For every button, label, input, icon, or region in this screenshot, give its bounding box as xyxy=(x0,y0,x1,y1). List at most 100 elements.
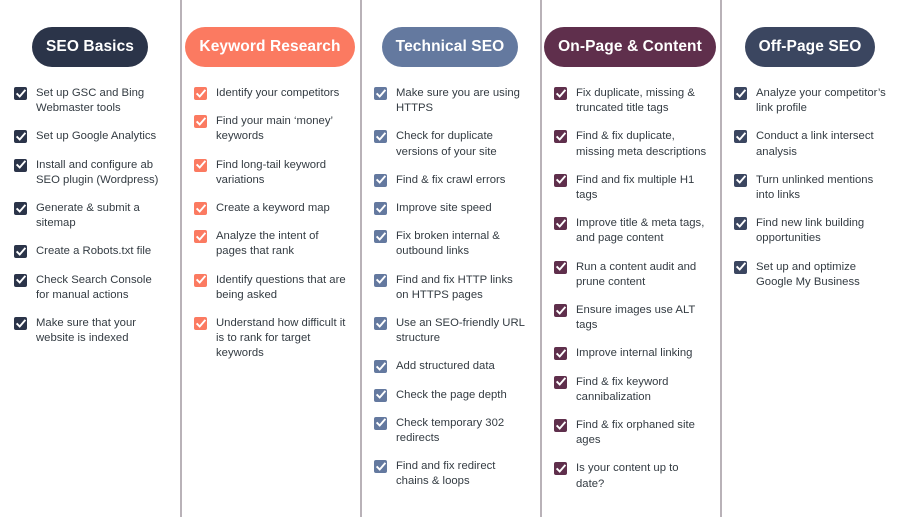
check-icon[interactable] xyxy=(374,388,387,402)
checklist-item-label: Check the page depth xyxy=(396,388,507,401)
checklist-item[interactable]: Improve internal linking xyxy=(554,346,708,361)
check-icon[interactable] xyxy=(554,173,567,187)
check-icon[interactable] xyxy=(554,347,567,361)
checklist-item[interactable]: Generate & submit a sitemap xyxy=(14,201,168,231)
check-icon[interactable] xyxy=(194,273,207,287)
header-pill-label: SEO Basics xyxy=(45,38,135,56)
column-header-off-page-seo: Off-Page SEO xyxy=(720,0,900,76)
check-icon[interactable] xyxy=(14,245,27,259)
check-icon[interactable] xyxy=(374,317,387,331)
check-icon[interactable] xyxy=(374,202,387,216)
check-icon[interactable] xyxy=(14,317,27,331)
checklist-item[interactable]: Turn unlinked mentions into links xyxy=(734,173,888,203)
check-icon[interactable] xyxy=(194,115,207,129)
checklist-item-label: Make sure that your website is indexed xyxy=(36,317,137,345)
check-icon[interactable] xyxy=(14,158,27,172)
check-icon[interactable] xyxy=(14,202,27,216)
checklist-items-on-page-content: Fix duplicate, missing & truncated title… xyxy=(540,76,720,492)
check-icon[interactable] xyxy=(554,87,567,100)
check-icon[interactable] xyxy=(374,173,387,187)
checklist-item-label: Create a keyword map xyxy=(216,202,330,215)
checklist-item[interactable]: Check for duplicate versions of your sit… xyxy=(374,129,528,159)
check-icon[interactable] xyxy=(554,130,567,144)
checklist-item[interactable]: Set up and optimize Google My Business xyxy=(734,260,888,290)
check-icon[interactable] xyxy=(374,460,387,474)
checklist-item[interactable]: Identify questions that are being asked xyxy=(194,273,348,303)
check-icon[interactable] xyxy=(194,158,207,172)
checklist-item[interactable]: Conduct a link intersect analysis xyxy=(734,129,888,159)
checklist-item[interactable]: Make sure that your website is indexed xyxy=(14,316,168,346)
check-icon[interactable] xyxy=(374,360,387,374)
checklist-item[interactable]: Create a Robots.txt file xyxy=(14,244,168,259)
check-icon[interactable] xyxy=(554,217,567,231)
checklist-item[interactable]: Set up Google Analytics xyxy=(14,129,168,144)
checklist-item[interactable]: Analyze the intent of pages that rank xyxy=(194,229,348,259)
column-header-on-page-content: On-Page & Content xyxy=(540,0,720,76)
checklist-item[interactable]: Fix duplicate, missing & truncated title… xyxy=(554,86,708,116)
check-icon[interactable] xyxy=(194,317,207,331)
column-header-technical-seo: Technical SEO xyxy=(360,0,540,76)
checklist-item[interactable]: Find & fix orphaned site ages xyxy=(554,418,708,448)
check-icon[interactable] xyxy=(554,304,567,318)
checklist-items-off-page-seo: Analyze your competitor’s link profile Co… xyxy=(720,76,900,290)
checklist-item[interactable]: Identify your competitors xyxy=(194,86,348,101)
check-icon[interactable] xyxy=(734,260,747,274)
checklist-item[interactable]: Find new link building opportunities xyxy=(734,216,888,246)
check-icon[interactable] xyxy=(554,419,567,433)
checklist-item-label: Find and fix HTTP links on HTTPS pages xyxy=(396,273,513,301)
checklist-item-label: Understand how difficult it is to rank f… xyxy=(216,317,346,360)
check-icon[interactable] xyxy=(374,230,387,244)
checklist-item[interactable]: Add structured data xyxy=(374,359,528,374)
check-icon[interactable] xyxy=(734,87,747,100)
checklist-item[interactable]: Run a content audit and prune content xyxy=(554,260,708,290)
check-icon[interactable] xyxy=(374,87,387,100)
checklist-item-label: Find your main ‘money’ keywords xyxy=(216,115,333,143)
header-pill-keyword-research: Keyword Research xyxy=(185,27,355,67)
check-icon[interactable] xyxy=(734,217,747,231)
checklist-item[interactable]: Set up GSC and Bing Webmaster tools xyxy=(14,86,168,116)
check-icon[interactable] xyxy=(374,416,387,430)
check-icon[interactable] xyxy=(194,202,207,216)
checklist-item[interactable]: Check Search Console for manual actions xyxy=(14,273,168,303)
checklist-item-label: Create a Robots.txt file xyxy=(36,245,152,258)
checklist-item[interactable]: Find & fix keyword cannibalization xyxy=(554,375,708,405)
checklist-item-label: Find & fix keyword cannibalization xyxy=(576,375,669,403)
check-icon[interactable] xyxy=(734,130,747,144)
checklist-item[interactable]: Install and configure ab SEO plugin (Wor… xyxy=(14,158,168,188)
check-icon[interactable] xyxy=(194,230,207,244)
checklist-item[interactable]: Is your content up to date? xyxy=(554,461,708,491)
checklist-item[interactable]: Understand how difficult it is to rank f… xyxy=(194,316,348,362)
checklist-item[interactable]: Find & fix crawl errors xyxy=(374,173,528,188)
check-icon[interactable] xyxy=(374,130,387,144)
checklist-item[interactable]: Find & fix duplicate, missing meta descr… xyxy=(554,129,708,159)
checklist-item[interactable]: Use an SEO-friendly URL structure xyxy=(374,316,528,346)
checklist-item[interactable]: Fix broken internal & outbound links xyxy=(374,229,528,259)
checklist-item[interactable]: Create a keyword map xyxy=(194,201,348,216)
checklist-item[interactable]: Find and fix HTTP links on HTTPS pages xyxy=(374,273,528,303)
checklist-item[interactable]: Find and fix redirect chains & loops xyxy=(374,459,528,489)
checklist-item[interactable]: Improve site speed xyxy=(374,201,528,216)
checklist-column-keyword-research: Keyword Research Identify your competitor… xyxy=(180,0,360,517)
checklist-item[interactable]: Find long-tail keyword variations xyxy=(194,158,348,188)
check-icon[interactable] xyxy=(14,87,27,100)
checklist-item-label: Turn unlinked mentions into links xyxy=(756,173,874,202)
check-icon[interactable] xyxy=(194,87,207,100)
checklist-column-on-page-content: On-Page & Content Fix duplicate, missing … xyxy=(540,0,720,517)
check-icon[interactable] xyxy=(374,273,387,287)
check-icon[interactable] xyxy=(14,273,27,287)
check-icon[interactable] xyxy=(554,260,567,274)
checklist-item[interactable]: Check temporary 302 redirects xyxy=(374,416,528,446)
check-icon[interactable] xyxy=(554,375,567,389)
checklist-item[interactable]: Make sure you are using HTTPS xyxy=(374,86,528,116)
checklist-item[interactable]: Improve title & meta tags, and page cont… xyxy=(554,216,708,246)
checklist-item-label: Improve site speed xyxy=(396,202,492,215)
checklist-item[interactable]: Find your main ‘money’ keywords xyxy=(194,114,348,144)
check-icon[interactable] xyxy=(554,462,567,476)
checklist-item-label: Check for duplicate versions of your sit… xyxy=(396,130,497,158)
check-icon[interactable] xyxy=(734,173,747,187)
checklist-item[interactable]: Check the page depth xyxy=(374,388,528,403)
checklist-item[interactable]: Find and fix multiple H1 tags xyxy=(554,173,708,203)
check-icon[interactable] xyxy=(14,130,27,144)
checklist-item[interactable]: Analyze your competitor’s link profile xyxy=(734,86,888,116)
checklist-item[interactable]: Ensure images use ALT tags xyxy=(554,303,708,333)
